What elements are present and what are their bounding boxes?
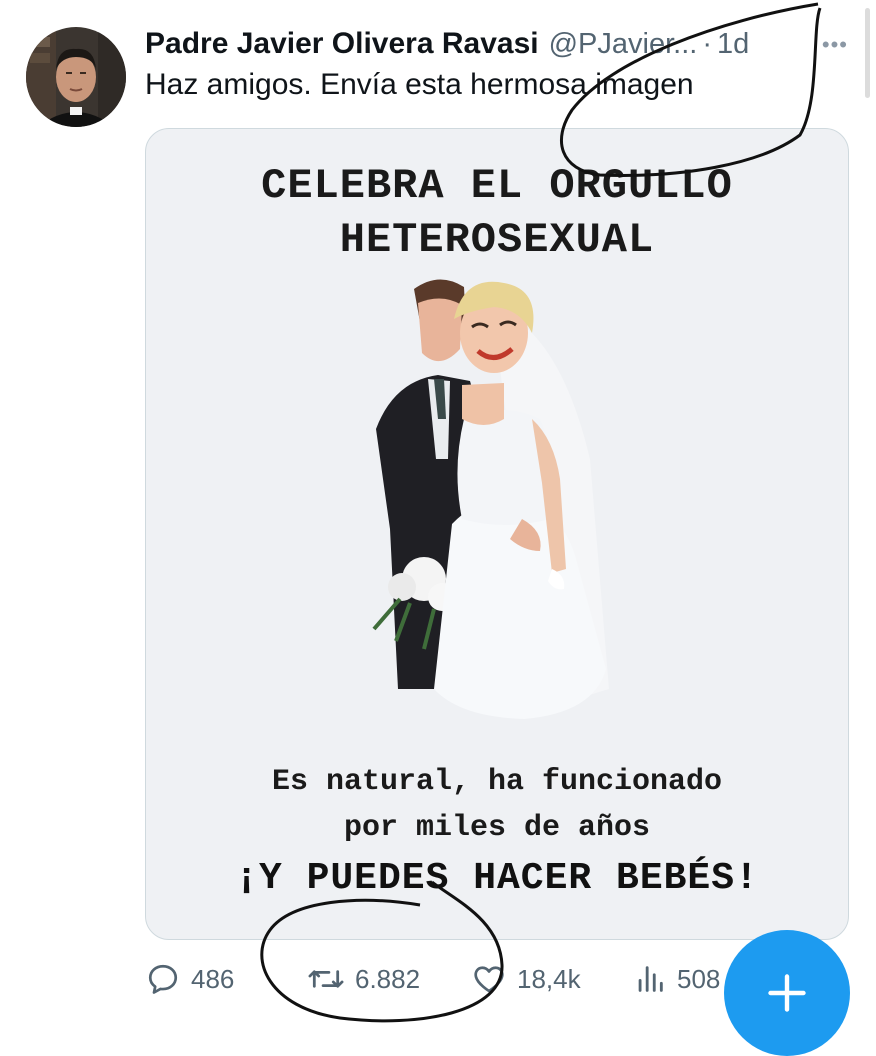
plus-icon [768,974,806,1012]
poster-caption-line2: por miles de años [343,811,651,845]
heart-icon [474,966,504,993]
reply-icon [148,964,178,994]
poster-cta: ¡Y PUEDES HACER BEBÉS! [235,857,759,900]
poster-title-line2: HETEROSEXUAL [339,216,655,264]
timestamp[interactable]: 1d [717,28,749,61]
tweet-text: Haz amigos. Envía esta hermosa imagen [145,68,694,101]
like-count: 18,4k [517,963,581,994]
separator: · [702,27,712,60]
reply-button[interactable]: 486 [145,955,234,1003]
author-handle[interactable]: @PJavier... [549,28,698,61]
scrollbar[interactable] [865,8,870,98]
compose-button[interactable] [724,930,850,1056]
reply-count: 486 [191,963,235,994]
poster-title: CELEBRA EL ORGULLO HETEROSEXUAL [146,159,848,267]
repost-icon [308,970,344,988]
poster-caption: Es natural, ha funcionado por miles de a… [146,759,848,851]
poster-title-line1: CELEBRA EL ORGULLO [261,162,733,210]
author-photo [26,27,126,127]
views-count: 508 [677,963,721,994]
poster-caption-line1: Es natural, ha funcionado [271,765,723,799]
tweet-media[interactable]: CELEBRA EL ORGULLO HETEROSEXUAL Es natur… [145,128,849,940]
like-button[interactable]: 18,4k [471,955,581,1003]
repost-count: 6.882 [355,963,421,994]
tweet-actions: 486 6.882 18,4k 508 [145,955,785,1003]
avatar[interactable] [26,27,126,127]
couple-illustration [372,279,609,719]
repost-button[interactable]: 6.882 [307,955,420,1003]
tweet-header: Padre Javier Olivera Ravasi @PJavier... … [145,20,856,68]
author-name[interactable]: Padre Javier Olivera Ravasi [145,27,539,61]
views-button[interactable]: 508 [633,955,720,1003]
views-icon [638,966,663,992]
more-icon[interactable]: ••• [822,34,848,56]
